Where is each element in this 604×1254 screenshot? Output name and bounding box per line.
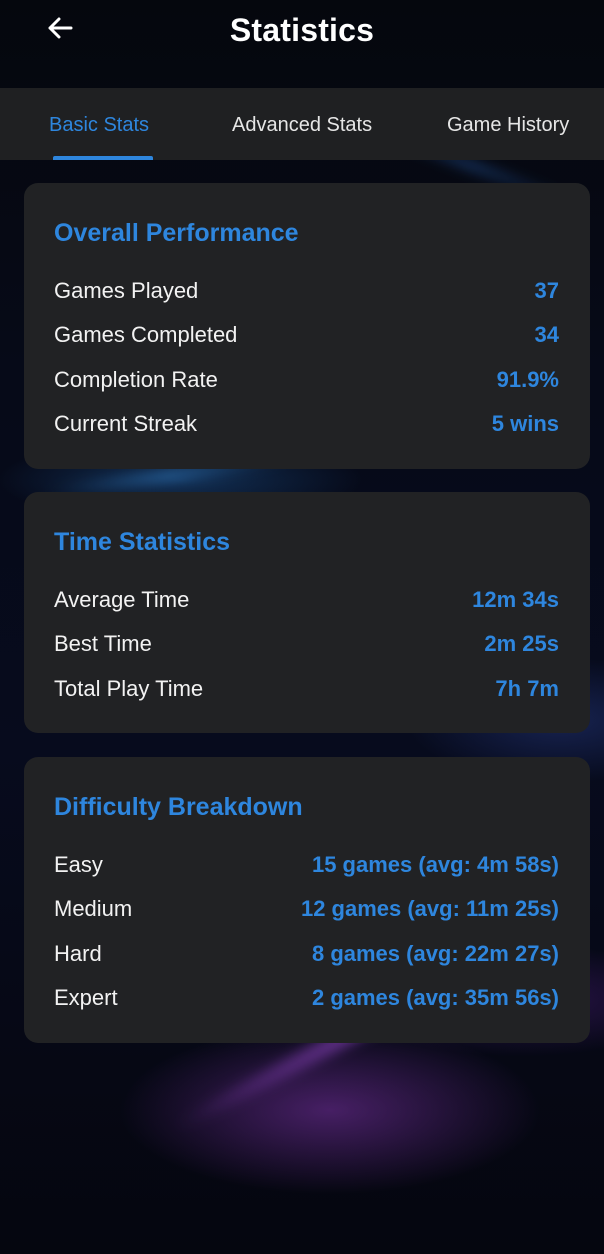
stat-label: Best Time — [54, 631, 152, 656]
app-header: Statistics — [0, 0, 604, 88]
stat-row: Games Completed 34 — [54, 320, 559, 350]
stat-row: Easy 15 games (avg: 4m 58s) — [54, 850, 559, 880]
active-tab-indicator — [53, 156, 153, 160]
stat-label: Current Streak — [54, 411, 198, 436]
stat-label: Medium — [54, 896, 133, 921]
stat-label: Games Played — [54, 278, 199, 303]
tab-game-history[interactable]: Game History — [447, 88, 569, 160]
difficulty-breakdown-card: Difficulty Breakdown Easy 15 games (avg:… — [24, 757, 590, 1043]
stat-value: 37 — [534, 278, 559, 303]
stat-row: Best Time 2m 25s — [54, 629, 559, 659]
stat-row: Expert 2 games (avg: 35m 56s) — [54, 983, 559, 1013]
stat-row: Total Play Time 7h 7m — [54, 674, 559, 704]
tab-basic-stats[interactable]: Basic Stats — [49, 88, 149, 160]
stat-label: Expert — [54, 985, 118, 1010]
stat-row: Medium 12 games (avg: 11m 25s) — [54, 894, 559, 924]
stat-label: Easy — [54, 852, 103, 877]
stat-value: 12m 34s — [472, 587, 559, 612]
page-title: Statistics — [229, 12, 375, 48]
stat-row: Completion Rate 91.9% — [54, 365, 559, 395]
stat-label: Completion Rate — [54, 367, 218, 392]
tab-bar: Basic Stats Advanced Stats Game History — [0, 88, 604, 160]
card-title: Overall Performance — [54, 219, 299, 247]
overall-performance-card: Overall Performance Games Played 37 Game… — [24, 183, 590, 469]
time-statistics-card: Time Statistics Average Time 12m 34s Bes… — [24, 492, 590, 733]
stat-label: Hard — [54, 941, 102, 966]
card-title: Difficulty Breakdown — [54, 793, 303, 821]
stat-value: 2m 25s — [484, 631, 559, 656]
tab-advanced-stats[interactable]: Advanced Stats — [232, 88, 372, 160]
stat-value: 15 games (avg: 4m 58s) — [311, 852, 559, 877]
stat-label: Average Time — [54, 587, 190, 612]
stat-value: 2 games (avg: 35m 56s) — [311, 985, 559, 1010]
card-title: Time Statistics — [54, 528, 231, 556]
stat-label: Games Completed — [54, 322, 238, 347]
stat-row: Average Time 12m 34s — [54, 585, 559, 615]
stat-value: 34 — [534, 322, 559, 347]
stat-value: 12 games (avg: 11m 25s) — [300, 896, 559, 921]
stat-value: 7h 7m — [495, 676, 559, 701]
stat-row: Games Played 37 — [54, 276, 559, 306]
stat-label: Total Play Time — [54, 676, 204, 701]
stat-row: Current Streak 5 wins — [54, 409, 559, 439]
stat-value: 91.9% — [496, 367, 559, 392]
stat-row: Hard 8 games (avg: 22m 27s) — [54, 939, 559, 969]
stat-value: 5 wins — [491, 411, 559, 436]
stat-value: 8 games (avg: 22m 27s) — [311, 941, 559, 966]
